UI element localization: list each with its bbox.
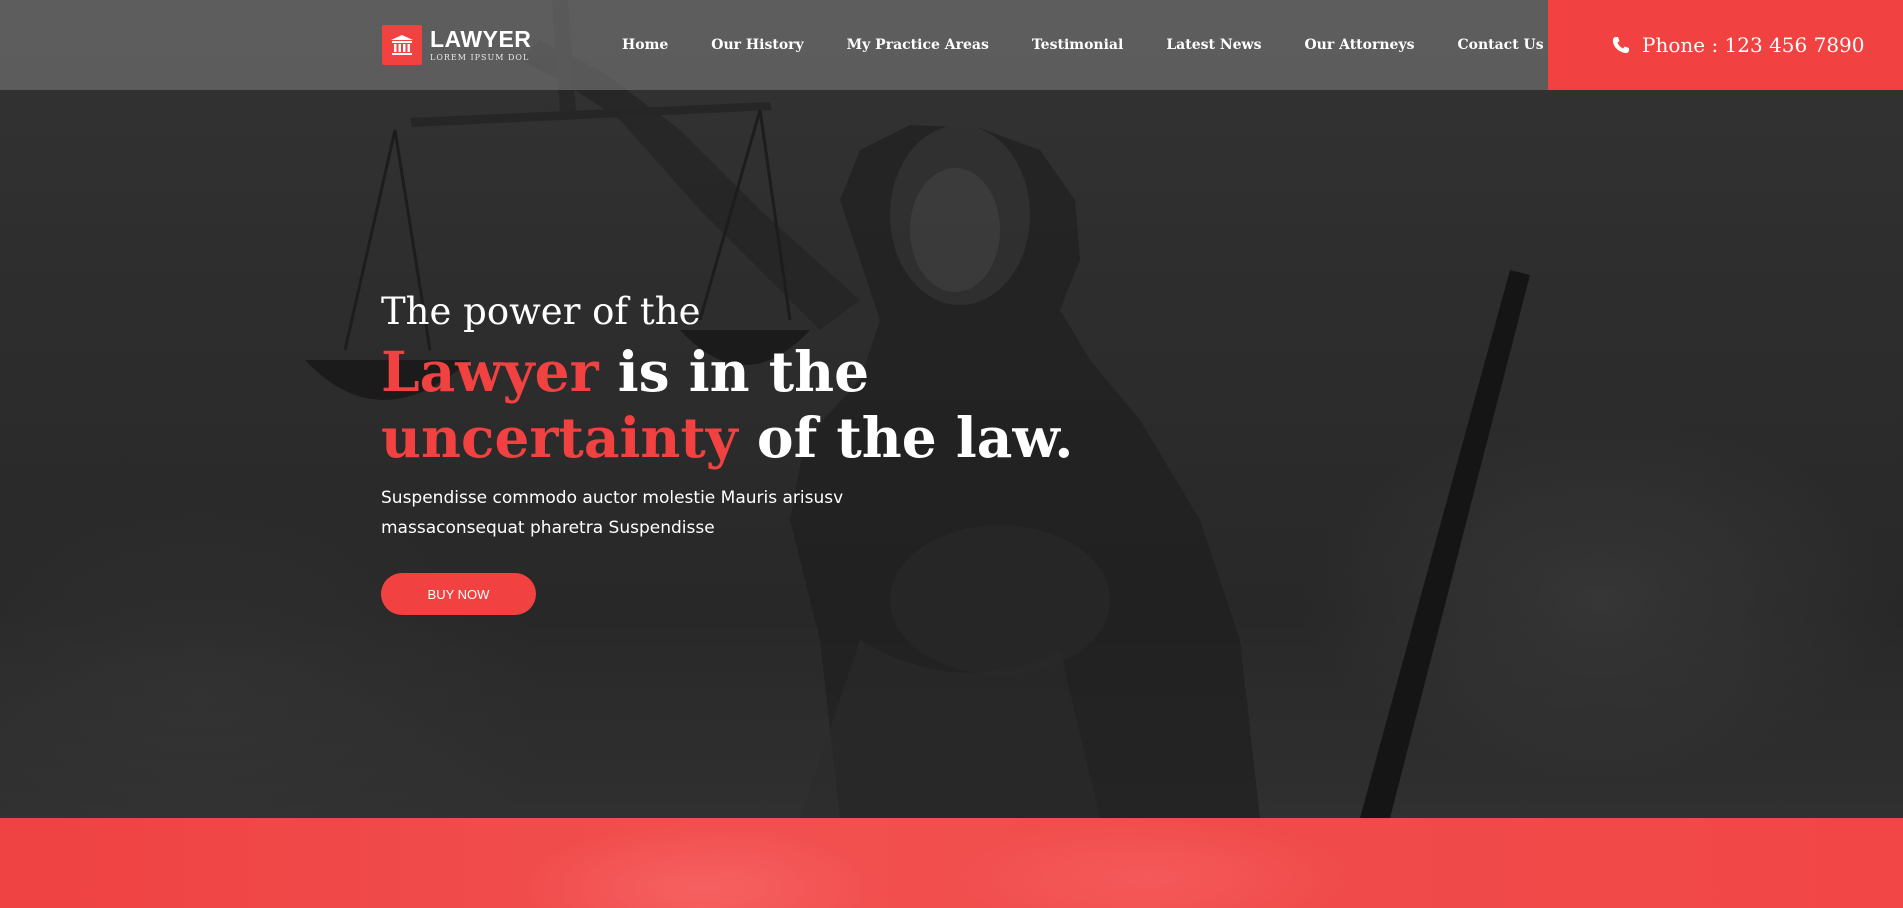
phone-contact-box[interactable]: Phone : 123 456 7890: [1548, 0, 1903, 90]
phone-number: Phone : 123 456 7890: [1642, 33, 1865, 57]
hero-description-line-2: massaconsequat pharetra Suspendisse: [381, 518, 715, 539]
phone-icon: [1610, 34, 1632, 56]
headline-accent-uncertainty: uncertainty: [381, 405, 738, 471]
nav-item-testimonial[interactable]: Testimonial: [1032, 37, 1123, 53]
headline-accent-lawyer: Lawyer: [381, 339, 599, 405]
logo-title: LAWYER: [430, 26, 532, 52]
hero-description-line-1: Suspendisse commodo auctor molestie Maur…: [381, 488, 844, 509]
nav-item-our-history[interactable]: Our History: [711, 37, 803, 53]
next-section-banner: [0, 818, 1903, 908]
nav-item-home[interactable]: Home: [622, 37, 668, 53]
nav-item-latest-news[interactable]: Latest News: [1166, 37, 1261, 53]
hero-headline: Lawyer is in the uncertainty of the law.: [381, 339, 1161, 471]
hero-content: The power of the Lawyer is in the uncert…: [381, 290, 1161, 616]
top-navigation-bar: LAWYER LOREM IPSUM DOL Home Our History …: [0, 0, 1903, 90]
headline-text-1: is in the: [598, 339, 870, 405]
buy-now-button[interactable]: BUY NOW: [381, 573, 536, 616]
logo-text: LAWYER LOREM IPSUM DOL: [430, 28, 531, 62]
main-nav: Home Our History My Practice Areas Testi…: [622, 0, 1608, 90]
hero-subheading: The power of the: [381, 290, 701, 333]
hero-headline-line-1: Lawyer is in the: [381, 339, 1161, 405]
hero-headline-line-2: uncertainty of the law.: [381, 405, 1161, 471]
courthouse-icon: [382, 25, 422, 65]
logo-tagline: LOREM IPSUM DOL: [430, 53, 530, 62]
nav-item-our-attorneys[interactable]: Our Attorneys: [1304, 37, 1414, 53]
nav-item-contact-us[interactable]: Contact Us: [1457, 37, 1543, 53]
nav-item-practice-areas[interactable]: My Practice Areas: [847, 37, 989, 53]
headline-text-2: of the law.: [737, 405, 1074, 471]
site-logo[interactable]: LAWYER LOREM IPSUM DOL: [382, 25, 531, 65]
hero-description: Suspendisse commodo auctor molestie Maur…: [381, 483, 1161, 543]
